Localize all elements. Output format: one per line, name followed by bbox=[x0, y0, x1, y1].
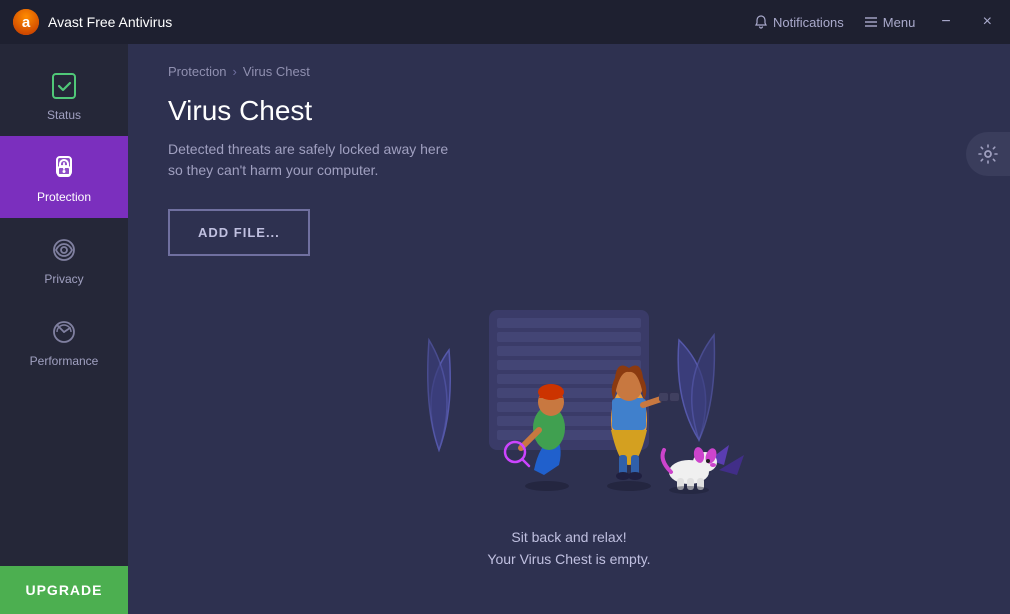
app-title: Avast Free Antivirus bbox=[48, 14, 172, 30]
sidebar-item-protection[interactable]: Protection bbox=[0, 136, 128, 218]
breadcrumb-separator: › bbox=[233, 64, 237, 79]
app-logo: a Avast Free Antivirus bbox=[12, 8, 172, 36]
sidebar-status-label: Status bbox=[47, 108, 81, 122]
notifications-button[interactable]: Notifications bbox=[754, 15, 844, 30]
titlebar-controls: Notifications Menu − × bbox=[754, 13, 998, 31]
gear-icon bbox=[978, 144, 998, 164]
close-button[interactable]: × bbox=[977, 13, 998, 31]
content-inner: Protection › Virus Chest Virus Chest Det… bbox=[128, 44, 1010, 614]
sidebar-privacy-label: Privacy bbox=[44, 272, 83, 286]
breadcrumb: Protection › Virus Chest bbox=[168, 64, 970, 79]
add-file-button[interactable]: ADD FILE... bbox=[168, 209, 310, 256]
menu-icon bbox=[864, 15, 878, 29]
minimize-button[interactable]: − bbox=[935, 13, 956, 31]
sidebar-item-performance[interactable]: Performance bbox=[0, 300, 128, 382]
protection-icon bbox=[48, 152, 80, 184]
illustration-area: Sit back and relax! Your Virus Chest is … bbox=[168, 266, 970, 594]
privacy-icon bbox=[48, 234, 80, 266]
page-description: Detected threats are safely locked away … bbox=[168, 139, 970, 181]
sidebar-protection-label: Protection bbox=[37, 190, 91, 204]
main-layout: Status Protection bbox=[0, 44, 1010, 614]
bell-icon bbox=[754, 15, 768, 29]
sidebar: Status Protection bbox=[0, 44, 128, 614]
status-icon bbox=[48, 70, 80, 102]
empty-caption: Sit back and relax! Your Virus Chest is … bbox=[487, 526, 650, 571]
virus-chest-illustration bbox=[359, 290, 779, 510]
page-title: Virus Chest bbox=[168, 95, 970, 127]
avast-logo-icon: a bbox=[12, 8, 40, 36]
sidebar-item-privacy[interactable]: Privacy bbox=[0, 218, 128, 300]
sidebar-performance-label: Performance bbox=[30, 354, 99, 368]
breadcrumb-current: Virus Chest bbox=[243, 64, 310, 79]
content-area: Protection › Virus Chest Virus Chest Det… bbox=[128, 44, 1010, 614]
performance-icon bbox=[48, 316, 80, 348]
sidebar-item-status[interactable]: Status bbox=[0, 54, 128, 136]
illustration bbox=[168, 290, 970, 510]
upgrade-button[interactable]: UPGRADE bbox=[0, 566, 128, 614]
breadcrumb-parent: Protection bbox=[168, 64, 227, 79]
titlebar: a Avast Free Antivirus Notifications Men… bbox=[0, 0, 1010, 44]
settings-gear-button[interactable] bbox=[966, 132, 1010, 176]
svg-text:a: a bbox=[22, 14, 31, 31]
menu-button[interactable]: Menu bbox=[864, 15, 916, 30]
